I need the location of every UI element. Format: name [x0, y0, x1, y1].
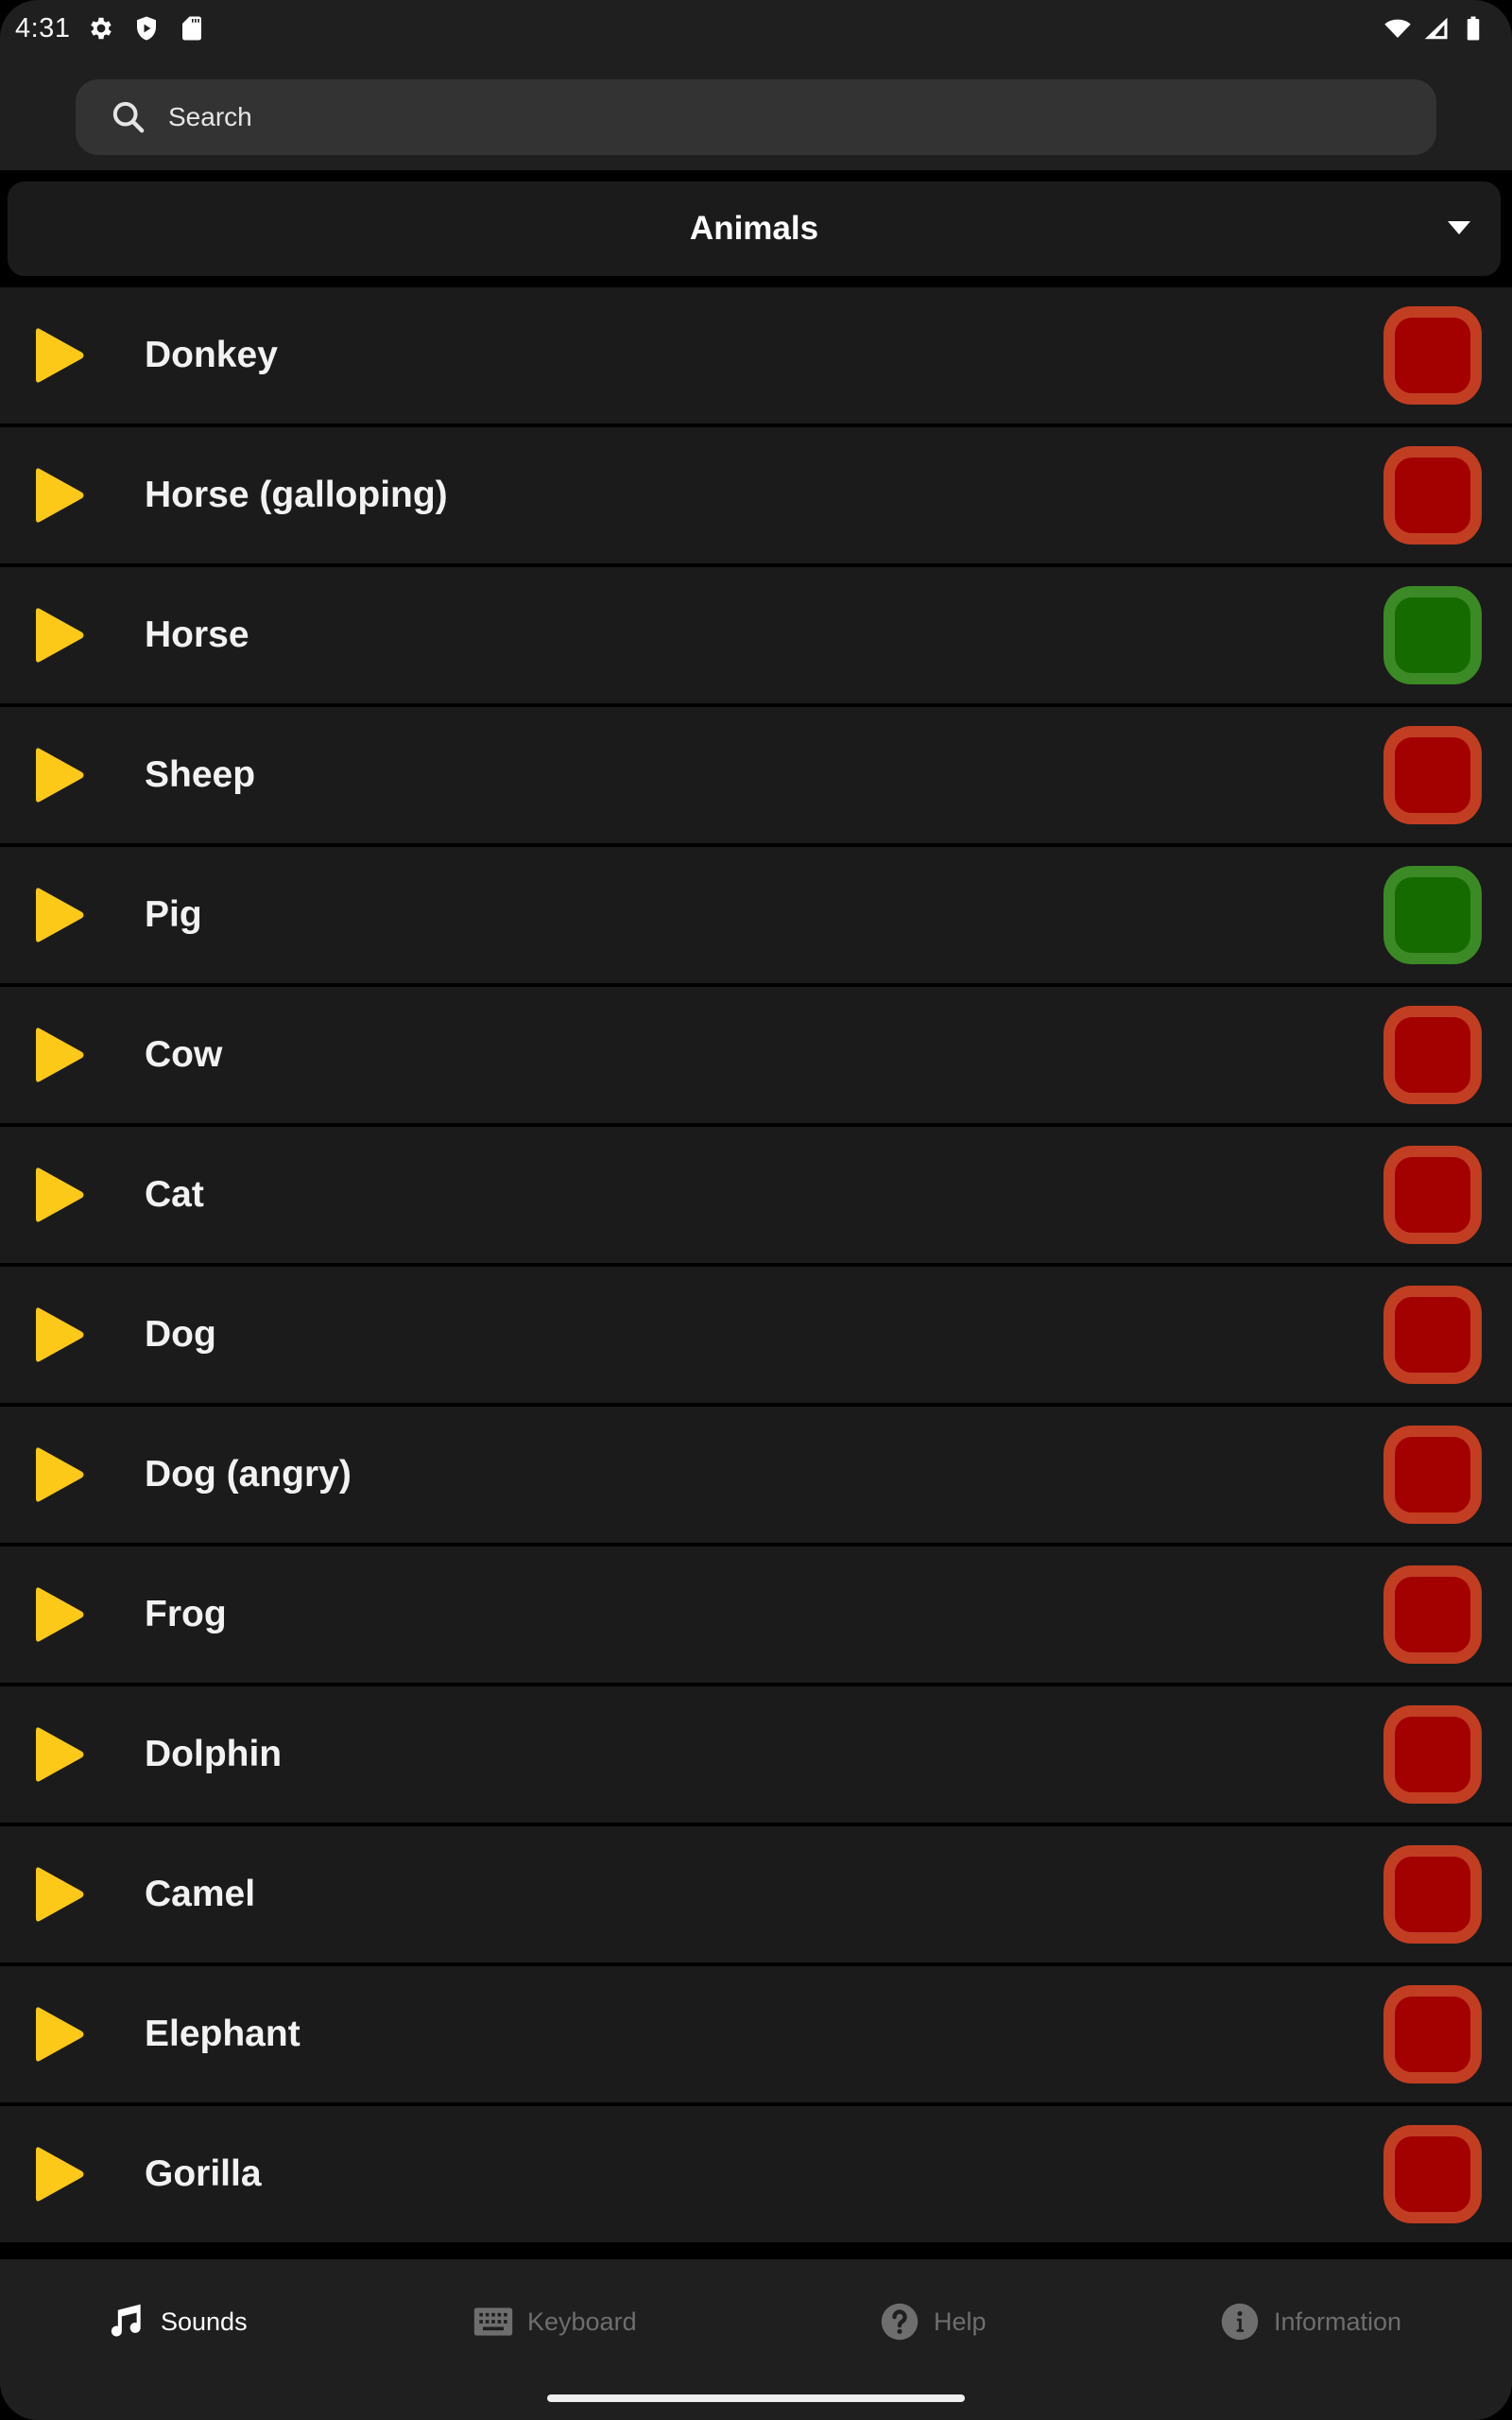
search-icon	[112, 101, 145, 133]
play-icon[interactable]	[36, 2006, 85, 2063]
play-icon[interactable]	[36, 747, 85, 804]
battery-icon	[1467, 16, 1480, 41]
status-bar: 4:31	[0, 0, 1512, 57]
play-icon[interactable]	[36, 327, 85, 384]
search-input[interactable]	[168, 102, 1302, 132]
nav-label: Information	[1274, 2307, 1402, 2336]
status-toggle-red[interactable]	[1383, 1006, 1482, 1104]
sd-card-icon	[182, 16, 202, 41]
sound-name: Dolphin	[145, 1734, 283, 1774]
status-toggle-red[interactable]	[1383, 1565, 1482, 1664]
play-icon[interactable]	[36, 1446, 85, 1503]
search-header	[0, 57, 1512, 170]
play-icon[interactable]	[36, 1027, 85, 1083]
nav-item-sounds[interactable]: Sounds	[106, 2295, 248, 2348]
sound-name: Sheep	[145, 754, 256, 795]
sound-name: Gorilla	[145, 2153, 262, 2194]
play-icon[interactable]	[36, 607, 85, 664]
status-toggle-red[interactable]	[1383, 1705, 1482, 1804]
status-toggle-red[interactable]	[1383, 2125, 1482, 2223]
sound-row[interactable]: Dog (angry)	[0, 1407, 1512, 1543]
home-indicator[interactable]	[547, 2394, 965, 2402]
category-selected: Animals	[689, 210, 819, 247]
status-toggle-red[interactable]	[1383, 1426, 1482, 1524]
sound-row[interactable]: Dog	[0, 1267, 1512, 1403]
music-note-icon	[111, 2304, 141, 2337]
status-left: 4:31	[15, 13, 206, 44]
status-toggle-red[interactable]	[1383, 1985, 1482, 2083]
sound-row[interactable]: Pig	[0, 847, 1512, 983]
sound-name: Frog	[145, 1594, 227, 1634]
sound-name: Donkey	[145, 335, 278, 375]
sound-row[interactable]: Dolphin	[0, 1686, 1512, 1823]
play-icon[interactable]	[36, 1306, 85, 1363]
status-toggle-green[interactable]	[1383, 586, 1482, 684]
sound-row[interactable]: Cow	[0, 987, 1512, 1123]
shield-play-icon	[137, 16, 157, 41]
category-dropdown[interactable]: Animals	[8, 182, 1501, 276]
wifi-icon	[1384, 19, 1411, 38]
sound-name: Horse (galloping)	[145, 475, 448, 515]
status-right	[1383, 14, 1487, 43]
status-toggle-red[interactable]	[1383, 1286, 1482, 1384]
sound-row[interactable]: Horse (galloping)	[0, 427, 1512, 563]
sound-row[interactable]: Horse	[0, 567, 1512, 703]
sound-row[interactable]: Camel	[0, 1826, 1512, 1962]
status-toggle-red[interactable]	[1383, 306, 1482, 405]
nav-item-help[interactable]: Help	[879, 2295, 987, 2348]
help-circle-icon	[881, 2303, 919, 2341]
status-toggle-red[interactable]	[1383, 446, 1482, 544]
sound-name: Cat	[145, 1174, 204, 1215]
cell-signal-icon	[1424, 17, 1448, 40]
sound-name: Pig	[145, 894, 202, 935]
sound-name: Cow	[145, 1034, 223, 1075]
gear-icon	[91, 17, 112, 40]
keyboard-icon	[473, 2308, 513, 2336]
sound-row[interactable]: Elephant	[0, 1966, 1512, 2102]
nav-label: Sounds	[161, 2307, 248, 2336]
status-toggle-red[interactable]	[1383, 726, 1482, 824]
nav-label: Keyboard	[527, 2307, 637, 2336]
sound-list: Donkey Horse (galloping) Horse Sheep Pig Cow C…	[0, 287, 1512, 2246]
play-icon[interactable]	[36, 1866, 85, 1923]
status-toggle-green[interactable]	[1383, 866, 1482, 964]
play-icon[interactable]	[36, 1586, 85, 1643]
sound-name: Dog	[145, 1314, 216, 1355]
status-toggle-red[interactable]	[1383, 1146, 1482, 1244]
play-icon[interactable]	[36, 467, 85, 524]
sound-row[interactable]: Sheep	[0, 707, 1512, 843]
caret-down-icon	[1448, 221, 1470, 234]
nav-item-keyboard[interactable]: Keyboard	[472, 2295, 637, 2348]
info-circle-icon	[1221, 2303, 1259, 2341]
nav-item-information[interactable]: Information	[1219, 2295, 1401, 2348]
status-time: 4:31	[15, 12, 71, 43]
bottom-nav: Sounds Keyboard Help Information	[0, 2259, 1512, 2420]
sound-name: Camel	[145, 1874, 256, 1914]
sound-name: Elephant	[145, 2014, 301, 2054]
status-toggle-red[interactable]	[1383, 1845, 1482, 1944]
sound-row[interactable]: Gorilla	[0, 2106, 1512, 2242]
nav-label: Help	[934, 2307, 987, 2336]
sound-row[interactable]: Donkey	[0, 287, 1512, 424]
play-icon[interactable]	[36, 1726, 85, 1783]
search-field[interactable]	[76, 79, 1436, 155]
play-icon[interactable]	[36, 887, 85, 943]
play-icon[interactable]	[36, 2146, 85, 2203]
sound-name: Horse	[145, 614, 249, 655]
sound-name: Dog (angry)	[145, 1454, 352, 1495]
play-icon[interactable]	[36, 1167, 85, 1223]
sound-row[interactable]: Cat	[0, 1127, 1512, 1263]
sound-row[interactable]: Frog	[0, 1547, 1512, 1683]
